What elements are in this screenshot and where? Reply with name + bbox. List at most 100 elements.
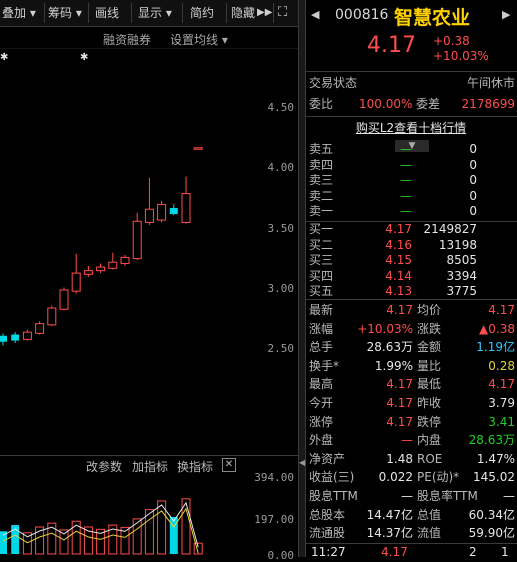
stat-value: +10.03% bbox=[357, 321, 413, 336]
stat-value: 60.34亿 bbox=[468, 507, 515, 522]
candle[interactable] bbox=[181, 176, 191, 224]
stat-row: 最新 4.17 均价 4.17 bbox=[305, 302, 517, 319]
expand-arrows-icon[interactable]: ▶▶ bbox=[257, 4, 272, 22]
display-button[interactable]: 显示 ▾ bbox=[138, 4, 172, 22]
sell-order-row[interactable]: 卖四 — 0 bbox=[305, 157, 517, 174]
candle[interactable] bbox=[120, 255, 130, 266]
order-price: 4.15 bbox=[385, 253, 412, 267]
candle-body bbox=[157, 203, 167, 221]
chips-label: 筹码 bbox=[48, 6, 73, 20]
change-params-button[interactable]: 改参数 bbox=[86, 458, 122, 475]
fullscreen-icon[interactable]: ⛶ bbox=[278, 4, 287, 22]
sell-order-row[interactable]: 卖三 — 0 bbox=[305, 172, 517, 189]
divider bbox=[305, 116, 517, 117]
price-tick-label: 2.50 bbox=[267, 342, 295, 355]
candle[interactable] bbox=[157, 200, 167, 223]
draw-button[interactable]: 画线 bbox=[95, 4, 119, 22]
candle[interactable] bbox=[35, 321, 45, 335]
candle[interactable] bbox=[71, 253, 81, 294]
overlay-label: 叠加 bbox=[2, 6, 27, 20]
stat-label: 涨幅 bbox=[309, 321, 334, 336]
trade-status-row: 交易状态 午间休市 bbox=[305, 75, 517, 92]
price-tick-label: 3.00 bbox=[267, 282, 295, 295]
candle[interactable] bbox=[83, 265, 93, 277]
order-level-label: 买二 bbox=[309, 237, 334, 252]
toolbar-divider bbox=[273, 3, 274, 23]
stat-label: 涨跌 bbox=[417, 321, 442, 336]
stat-row: 总股本 14.47亿 总值 60.34亿 bbox=[305, 507, 517, 524]
buy-order-row[interactable]: 买五 4.13 3775 bbox=[305, 283, 517, 300]
candle[interactable] bbox=[0, 333, 7, 346]
stat-value: 145.02 bbox=[473, 470, 515, 485]
stat-row: 股息TTM — 股息率TTM — bbox=[305, 488, 517, 505]
sell-order-row[interactable]: 卖二 — 0 bbox=[305, 188, 517, 205]
candle-body bbox=[0, 335, 7, 342]
candle[interactable] bbox=[108, 252, 118, 270]
buy-order-row[interactable]: 买三 4.15 8505 bbox=[305, 252, 517, 269]
candle[interactable] bbox=[11, 332, 20, 343]
stat-value: — bbox=[503, 489, 515, 503]
stat-label: 跌停 bbox=[417, 414, 442, 429]
volume-chart[interactable]: 394.00 197.00 0.00 bbox=[0, 471, 298, 562]
stat-row: 今开 4.17 昨收 3.79 bbox=[305, 395, 517, 412]
order-volume: 0 bbox=[469, 204, 477, 218]
candle-body bbox=[47, 307, 57, 326]
candle[interactable] bbox=[144, 177, 154, 225]
stat-value: ▲0.38 bbox=[479, 321, 515, 336]
sell-order-row[interactable]: 卖五 — 0 bbox=[305, 141, 517, 158]
candle[interactable] bbox=[22, 329, 32, 341]
buy-l2-link[interactable]: 购买L2查看十档行情 bbox=[356, 121, 466, 135]
candle[interactable] bbox=[59, 287, 69, 311]
chips-button[interactable]: 筹码 ▾ bbox=[48, 4, 82, 22]
stat-row: 流通股 14.37亿 流值 59.90亿 bbox=[305, 525, 517, 542]
stat-value: 4.17 bbox=[386, 303, 413, 317]
margin-trading-link[interactable]: 融资融券 bbox=[103, 31, 151, 48]
stat-value: 28.63万 bbox=[366, 340, 413, 355]
stat-label: 今开 bbox=[309, 396, 334, 410]
chart-subbar: 融资融券 设置均线 ▾ bbox=[0, 27, 298, 49]
stat-label: 换手* bbox=[309, 358, 340, 373]
prev-stock-icon[interactable]: ◀ bbox=[311, 8, 319, 21]
candle-body bbox=[71, 272, 81, 292]
simple-button[interactable]: 简约 bbox=[190, 4, 214, 22]
add-indicator-button[interactable]: 加指标 bbox=[132, 458, 168, 475]
stat-value: 3.41 bbox=[488, 414, 515, 429]
candle-body bbox=[83, 270, 93, 275]
stat-value: 28.63万 bbox=[468, 433, 515, 448]
order-volume: 0 bbox=[469, 142, 477, 156]
ma-settings-button[interactable]: 设置均线 ▾ bbox=[170, 31, 228, 48]
order-ratio-value: 100.00% bbox=[359, 97, 413, 111]
stat-value: 0.022 bbox=[378, 470, 413, 485]
buy-order-row[interactable]: 买一 4.17 2149827 bbox=[305, 221, 517, 238]
candle[interactable] bbox=[169, 204, 178, 216]
stock-name: 智慧农业 bbox=[394, 7, 471, 29]
candle[interactable] bbox=[132, 212, 142, 260]
buy-order-row[interactable]: 买四 4.14 3394 bbox=[305, 268, 517, 285]
stat-label: 涨停 bbox=[309, 414, 334, 429]
next-stock-icon[interactable]: ▶ bbox=[502, 8, 510, 21]
hide-label: 隐藏 bbox=[231, 6, 256, 20]
stat-label: 总值 bbox=[417, 507, 442, 522]
hide-button[interactable]: 隐藏 bbox=[231, 4, 255, 22]
order-volume: 0 bbox=[469, 173, 477, 187]
candle[interactable] bbox=[96, 263, 106, 274]
order-volume: 0 bbox=[469, 157, 477, 172]
order-price: 4.17 bbox=[385, 222, 412, 236]
overlay-button[interactable]: 叠加 ▾ bbox=[2, 4, 36, 22]
candle[interactable] bbox=[193, 147, 203, 150]
stat-label: 量比 bbox=[417, 358, 442, 373]
stat-row: 最高 4.17 最低 4.17 bbox=[305, 376, 517, 393]
stat-label: 均价 bbox=[417, 303, 442, 317]
volume-bar[interactable] bbox=[132, 518, 142, 555]
star-marker-icon: ✱ bbox=[80, 52, 89, 63]
candlestick-chart[interactable]: ✱ ✱ 4.50 4.00 3.50 3.00 2.50 bbox=[0, 48, 298, 458]
candle[interactable] bbox=[47, 305, 57, 327]
stat-row: 换手* 1.99% 量比 0.28 bbox=[305, 358, 517, 375]
stat-label: 总股本 bbox=[309, 507, 346, 522]
sell-order-row[interactable]: 卖一 — 0 bbox=[305, 203, 517, 220]
close-icon[interactable]: ✕ bbox=[222, 458, 236, 472]
buy-order-row[interactable]: 买二 4.16 13198 bbox=[305, 237, 517, 254]
switch-indicator-button[interactable]: 换指标 bbox=[177, 458, 213, 475]
price-tick-label: 3.50 bbox=[267, 222, 295, 235]
stat-label: ROE bbox=[417, 451, 443, 466]
